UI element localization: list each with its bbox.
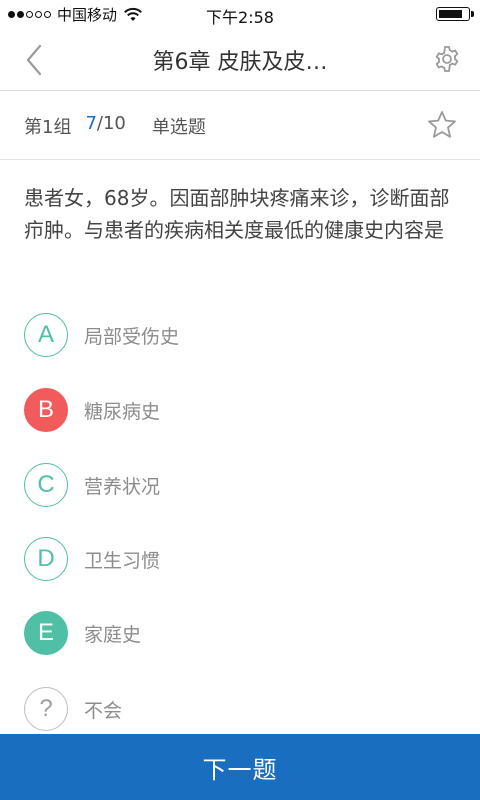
option-text: 卫生习惯	[84, 549, 161, 572]
gear-icon	[435, 46, 459, 72]
option-letter: B	[24, 388, 68, 432]
status-time: 下午2:58	[206, 8, 274, 27]
question-mark-icon: ?	[24, 687, 68, 731]
option-text: 家庭史	[84, 623, 142, 646]
question-info: 第1组 7 /10 单选题	[24, 113, 206, 139]
nav-bar: 第6章 皮肤及皮…	[0, 28, 480, 91]
option-text: 营养状况	[84, 475, 161, 498]
chevron-left-icon	[26, 44, 42, 76]
question-text: 患者女，68岁。因面部肿块疼痛来诊，诊断面部疖肿。与患者的疾病相关度最低的健康史…	[24, 186, 450, 242]
next-question-button[interactable]: 下一题	[0, 734, 480, 800]
progress-total: /10	[96, 113, 126, 134]
favorite-button[interactable]	[426, 109, 458, 141]
option-c[interactable]: C 营养状况	[24, 462, 464, 508]
option-unknown[interactable]: ? 不会	[24, 686, 464, 732]
back-button[interactable]	[20, 40, 50, 80]
page-title: 第6章 皮肤及皮…	[152, 50, 328, 75]
option-letter: A	[24, 313, 68, 357]
option-text: 不会	[84, 699, 123, 722]
option-b[interactable]: B 糖尿病史	[24, 387, 464, 433]
status-bar: 中国移动 下午2:58	[0, 0, 480, 28]
question-type: 单选题	[151, 117, 206, 138]
star-outline-icon	[428, 111, 456, 138]
option-text: 局部受伤史	[84, 325, 180, 348]
option-d[interactable]: D 卫生习惯	[24, 536, 464, 582]
settings-button[interactable]	[432, 44, 462, 74]
option-letter: E	[24, 611, 68, 655]
option-text: 糖尿病史	[84, 400, 161, 423]
question-info-bar: 第1组 7 /10 单选题	[0, 91, 480, 160]
group-label: 第1组	[24, 117, 72, 138]
option-letter: C	[24, 463, 68, 507]
option-letter: D	[24, 537, 68, 581]
progress-current: 7	[85, 113, 97, 134]
option-a[interactable]: A 局部受伤史	[24, 312, 464, 358]
battery-icon	[436, 7, 474, 21]
battery-level	[439, 10, 463, 18]
option-e[interactable]: E 家庭史	[24, 610, 464, 656]
